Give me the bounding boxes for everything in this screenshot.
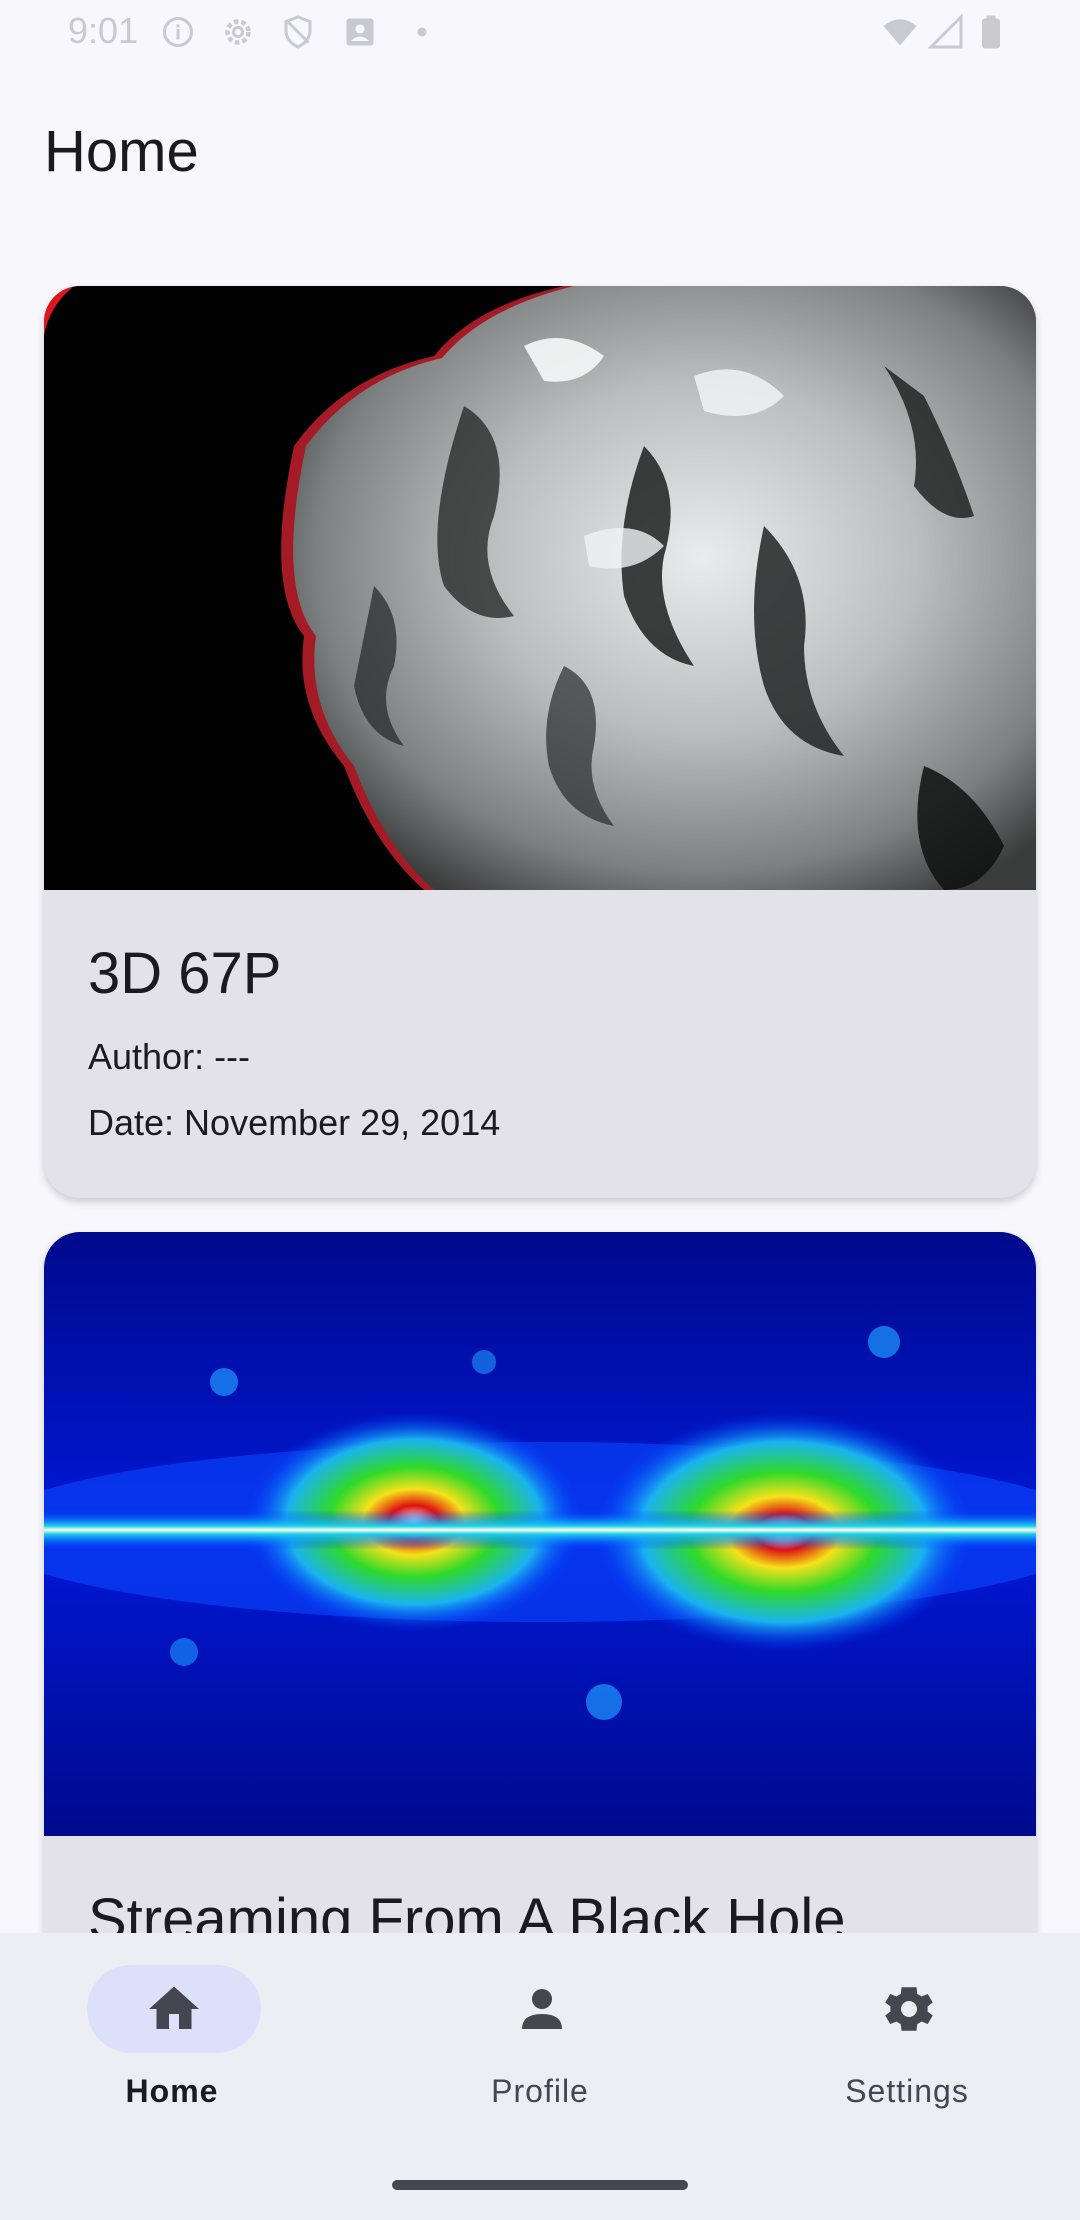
comet-image [44,286,1036,890]
wifi-icon [883,19,917,46]
gesture-home-indicator[interactable] [392,2180,688,2190]
card-date: Date: November 29, 2014 [88,1102,501,1143]
black-hole-image [44,1232,1036,1836]
card-author: Author: --- [88,1036,251,1077]
nav-item-settings[interactable]: Settings [787,1965,1027,2125]
nav-label-home: Home [125,2073,219,2109]
page-title: Home [44,119,199,184]
card-title: 3D 67P [88,941,282,1006]
shield-icon [284,15,312,49]
info-icon [163,17,193,47]
dot-icon [417,27,427,37]
nav-label-settings: Settings [845,2073,969,2109]
card-title: Streaming From A Black Hole [88,1887,846,1933]
signal-icon [928,14,963,49]
home-icon [149,1986,199,2029]
card-body: Streaming From A Black Hole [44,1836,1036,1933]
screen: 3D 67P Author: --- Date: November 29, 20… [0,0,1080,2220]
bottom-navigation: Home Profile Settings [0,1933,1080,2220]
card-body: 3D 67P Author: --- Date: November 29, 20… [44,890,1036,1198]
feed-card[interactable]: Streaming From A Black Hole [44,1232,1036,1933]
feed-card[interactable]: 3D 67P Author: --- Date: November 29, 20… [44,286,1036,1198]
nav-item-profile[interactable]: Profile [420,1965,660,2125]
feed-list[interactable]: 3D 67P Author: --- Date: November 29, 20… [0,0,1080,1933]
account-box-icon [346,18,374,46]
battery-icon [982,15,1000,49]
gear-icon [885,1987,933,2031]
status-time: 9:01 [68,10,139,51]
status-bar: 9:01 [0,0,1080,64]
nav-label-profile: Profile [491,2073,589,2109]
gear-icon [225,19,251,45]
nav-item-home[interactable]: Home [52,1965,292,2125]
person-icon [522,1989,562,2029]
